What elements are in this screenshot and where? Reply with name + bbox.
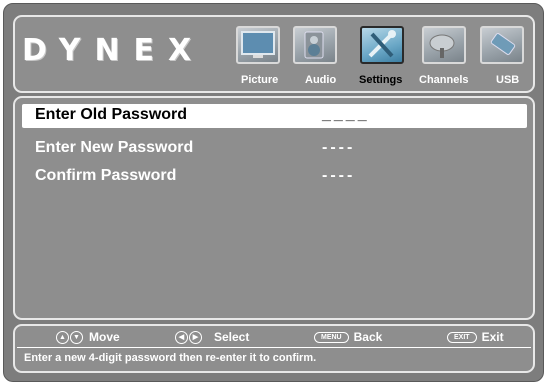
footer-divider (17, 347, 531, 348)
tab-label-audio[interactable]: Audio (305, 74, 336, 86)
down-arrow-icon: ▼ (70, 330, 83, 344)
hint-back-label: Back (353, 330, 383, 344)
old-password-field[interactable]: ____ (322, 106, 370, 124)
hint-move: ▲ ▼ Move (56, 330, 120, 344)
left-arrow-icon: ◀ (175, 330, 188, 344)
hint-move-label: Move (89, 330, 120, 344)
speaker-icon (293, 26, 337, 64)
menu-content-panel (13, 96, 535, 320)
brand-logo: DYNEX (22, 33, 206, 68)
new-password-field[interactable]: ---- (322, 139, 355, 157)
exit-key-icon: EXIT (447, 331, 477, 343)
tab-label-picture[interactable]: Picture (241, 74, 278, 86)
hint-exit: EXIT Exit (447, 330, 504, 344)
tab-label-settings[interactable]: Settings (359, 74, 402, 86)
usb-drive-icon (480, 26, 524, 64)
tab-channels[interactable] (418, 26, 470, 74)
tab-picture[interactable] (232, 26, 284, 74)
hint-exit-label: Exit (481, 330, 504, 344)
hint-select-label: Select (214, 330, 250, 344)
confirm-password-label[interactable]: Confirm Password (35, 167, 176, 185)
menu-key-icon: MENU (314, 331, 349, 343)
tab-settings[interactable] (356, 26, 408, 74)
tab-audio[interactable] (289, 26, 341, 74)
old-password-label[interactable]: Enter Old Password (35, 106, 187, 124)
tv-screen-icon (236, 26, 280, 64)
tab-label-channels[interactable]: Channels (419, 74, 469, 86)
tab-usb[interactable] (476, 26, 528, 74)
satellite-dish-icon (422, 26, 466, 64)
right-arrow-icon: ▶ (189, 330, 202, 344)
confirm-password-field[interactable]: ---- (322, 167, 355, 185)
help-text: Enter a new 4-digit password then re-ent… (24, 352, 317, 364)
tools-icon (360, 26, 404, 64)
new-password-label[interactable]: Enter New Password (35, 139, 193, 157)
hint-select: ◀ ▶ Select (175, 330, 249, 344)
up-arrow-icon: ▲ (56, 330, 69, 344)
hint-back: MENU Back (314, 330, 382, 344)
tab-label-usb[interactable]: USB (496, 74, 519, 86)
